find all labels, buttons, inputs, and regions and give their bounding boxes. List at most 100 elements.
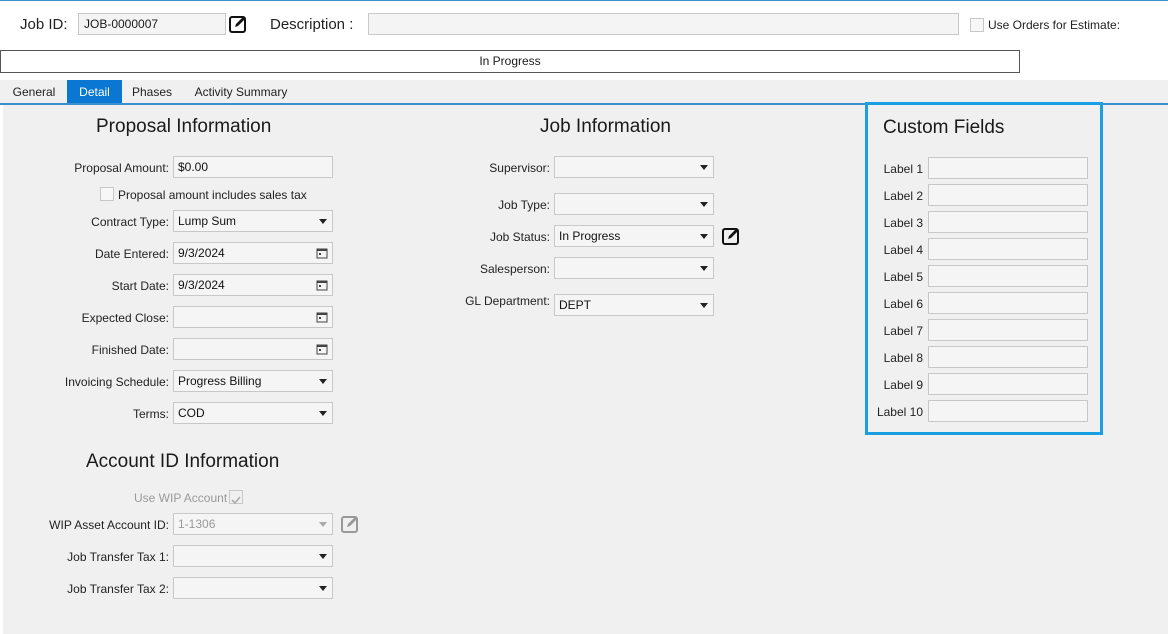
use-wip-label: Use WIP Account	[134, 491, 228, 505]
proposal-section-title: Proposal Information	[96, 116, 272, 137]
salesperson-label: Salesperson:	[479, 262, 550, 276]
edit-job-status-button[interactable]	[721, 226, 741, 246]
proposal-amount-label: Proposal Amount:	[74, 161, 169, 175]
use-orders-checkbox[interactable]	[970, 18, 984, 32]
custom-field-3-input[interactable]	[928, 211, 1088, 233]
chevron-down-icon	[700, 303, 708, 308]
description-input[interactable]	[368, 13, 959, 35]
transfer-tax2-select[interactable]	[173, 577, 333, 599]
expected-close-label: Expected Close:	[81, 311, 169, 325]
edit-icon	[229, 16, 246, 33]
job-status-label: Job Status:	[489, 230, 550, 244]
custom-field-2-input[interactable]	[928, 184, 1088, 206]
edit-icon	[722, 228, 739, 245]
invoicing-schedule-select[interactable]: Progress Billing	[173, 370, 333, 392]
finished-date-input[interactable]	[173, 338, 333, 360]
wip-asset-label: WIP Asset Account ID:	[49, 518, 169, 532]
tab-detail[interactable]: Detail	[67, 80, 122, 104]
custom-field-5-input[interactable]	[928, 265, 1088, 287]
custom-field-6-input[interactable]	[928, 292, 1088, 314]
custom-field-8-input[interactable]	[928, 346, 1088, 368]
transfer-tax1-select[interactable]	[173, 545, 333, 567]
chevron-down-icon	[319, 219, 327, 224]
terms-label: Terms:	[133, 407, 169, 421]
use-wip-checkbox[interactable]	[229, 490, 243, 505]
tab-activity-summary[interactable]: Activity Summary	[184, 80, 298, 104]
includes-tax-checkbox[interactable]	[100, 187, 114, 201]
gl-department-value: DEPT	[559, 298, 592, 312]
date-entered-value: 9/3/2024	[178, 246, 225, 260]
job-type-label: Job Type:	[498, 198, 550, 212]
calendar-icon[interactable]	[316, 279, 328, 291]
job-status-value: In Progress	[559, 229, 621, 243]
custom-label-5: Label 5	[883, 270, 923, 284]
chevron-down-icon	[319, 586, 327, 591]
custom-label-4: Label 4	[883, 243, 923, 257]
job-section-title: Job Information	[540, 116, 671, 137]
invoicing-schedule-value: Progress Billing	[178, 374, 262, 388]
chevron-down-icon	[700, 202, 708, 207]
job-id-label: Job ID:	[20, 16, 68, 33]
tab-phases[interactable]: Phases	[126, 80, 178, 104]
edit-job-id-button[interactable]	[228, 14, 248, 34]
custom-field-1-input[interactable]	[928, 157, 1088, 179]
supervisor-select[interactable]	[554, 156, 714, 178]
gl-department-label: GL Department:	[465, 294, 550, 308]
supervisor-label: Supervisor:	[489, 161, 550, 175]
contract-type-select[interactable]: Lump Sum	[173, 210, 333, 232]
tab-general[interactable]: General	[6, 80, 62, 104]
gl-department-select[interactable]: DEPT	[554, 294, 714, 316]
custom-label-8: Label 8	[883, 351, 923, 365]
transfer-tax2-label: Job Transfer Tax 2:	[67, 582, 169, 596]
proposal-amount-input[interactable]: $0.00	[173, 156, 333, 178]
custom-field-4-input[interactable]	[928, 238, 1088, 260]
custom-label-9: Label 9	[883, 378, 923, 392]
date-entered-label: Date Entered:	[94, 247, 169, 261]
custom-field-7-input[interactable]	[928, 319, 1088, 341]
chevron-down-icon	[700, 266, 708, 271]
date-entered-input[interactable]: 9/3/2024	[173, 242, 333, 264]
custom-fields-title: Custom Fields	[883, 117, 1005, 138]
custom-label-10: Label 10	[876, 405, 923, 419]
start-date-input[interactable]: 9/3/2024	[173, 274, 333, 296]
contract-type-value: Lump Sum	[178, 214, 237, 228]
finished-date-label: Finished Date:	[91, 343, 169, 357]
custom-label-6: Label 6	[883, 297, 923, 311]
custom-field-9-input[interactable]	[928, 373, 1088, 395]
custom-label-1: Label 1	[883, 162, 923, 176]
contract-type-label: Contract Type:	[91, 215, 169, 229]
terms-value: COD	[178, 406, 205, 420]
custom-field-10-input[interactable]	[928, 400, 1088, 422]
calendar-icon[interactable]	[316, 311, 328, 323]
job-status-select[interactable]: In Progress	[554, 225, 714, 247]
job-type-select[interactable]	[554, 193, 714, 215]
use-orders-label: Use Orders for Estimate:	[988, 18, 1121, 32]
job-id-input[interactable]: JOB-0000007	[78, 13, 226, 35]
account-section-title: Account ID Information	[86, 451, 280, 472]
edit-icon	[341, 516, 358, 533]
expected-close-input[interactable]	[173, 306, 333, 328]
custom-fields-panel: Custom Fields Label 1 Label 2 Label 3 La…	[865, 102, 1103, 435]
transfer-tax1-label: Job Transfer Tax 1:	[67, 550, 169, 564]
chevron-down-icon	[700, 234, 708, 239]
chevron-down-icon	[319, 379, 327, 384]
wip-asset-select[interactable]: 1-1306	[173, 513, 333, 535]
start-date-value: 9/3/2024	[178, 278, 225, 292]
chevron-down-icon	[700, 165, 708, 170]
calendar-icon[interactable]	[316, 343, 328, 355]
custom-label-3: Label 3	[883, 216, 923, 230]
edit-wip-asset-button[interactable]	[340, 514, 360, 534]
custom-label-7: Label 7	[883, 324, 923, 338]
salesperson-select[interactable]	[554, 257, 714, 279]
job-header: Job ID: JOB-0000007 Description : Use Or…	[0, 1, 1168, 77]
job-status-bar: In Progress	[0, 50, 1020, 73]
description-label: Description :	[270, 16, 354, 33]
checkmark-icon	[231, 496, 241, 505]
wip-asset-value: 1-1306	[178, 517, 216, 531]
chevron-down-icon	[319, 522, 327, 527]
terms-select[interactable]: COD	[173, 402, 333, 424]
start-date-label: Start Date:	[111, 279, 169, 293]
chevron-down-icon	[319, 554, 327, 559]
calendar-icon[interactable]	[316, 247, 328, 259]
tab-bar: General Detail Phases Activity Summary	[0, 80, 1168, 104]
